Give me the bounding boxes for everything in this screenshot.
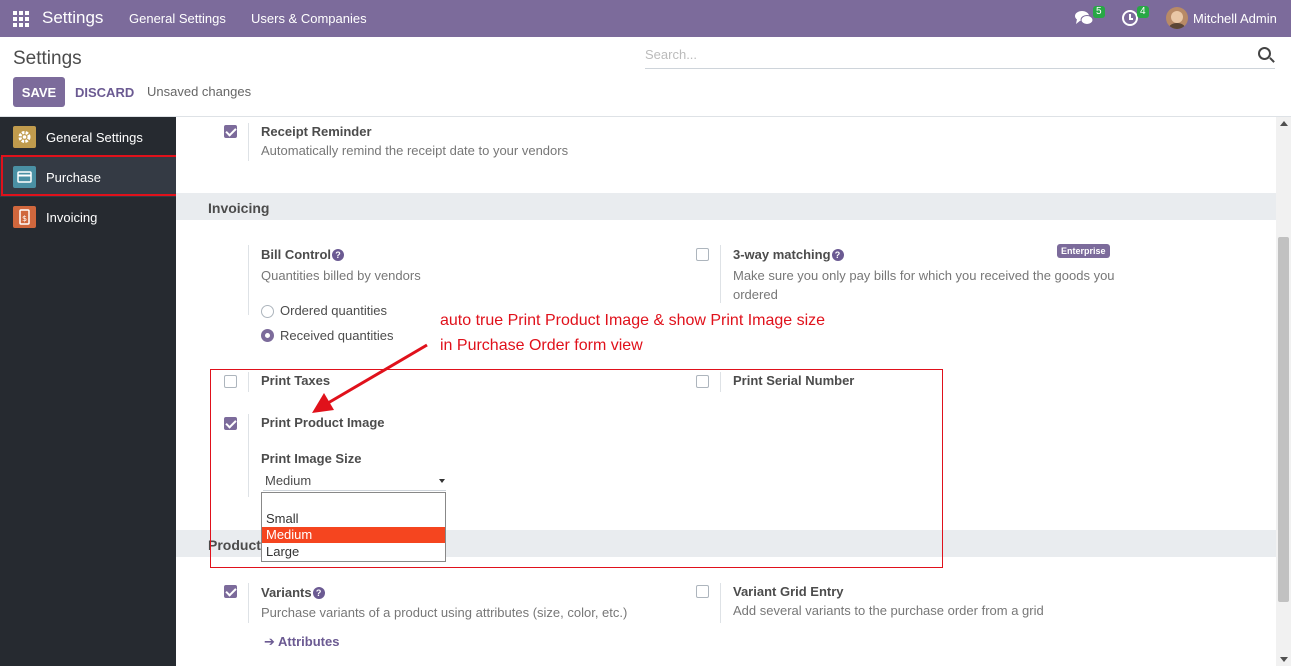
bill-control-desc: Quantities billed by vendors [261,268,421,283]
radio-received-quantities[interactable] [261,329,274,342]
enterprise-badge: Enterprise [1057,244,1110,258]
search-icon[interactable] [1258,47,1271,60]
sidebar-item-general-settings[interactable]: General Settings [0,117,176,157]
sidebar-item-label: General Settings [46,130,143,145]
radio-label-ordered[interactable]: Ordered quantities [280,303,387,318]
invoice-icon: $ [13,206,36,228]
gear-icon [13,126,36,148]
control-panel: Settings SAVE DISCARD Unsaved changes [0,37,1291,117]
unsaved-status: Unsaved changes [147,84,252,99]
menu-general-settings[interactable]: General Settings [129,11,226,26]
divider [720,583,721,623]
receipt-reminder-desc: Automatically remind the receipt date to… [261,143,569,158]
save-button[interactable]: SAVE [13,77,65,107]
user-name[interactable]: Mitchell Admin [1193,11,1277,26]
annotation-text-line2: in Purchase Order form view [440,337,643,354]
divider [248,245,249,315]
bill-control-title: Bill Control? [261,247,345,262]
activity-clock-icon[interactable] [1122,10,1138,26]
three-way-matching-checkbox[interactable] [696,248,709,261]
apps-grid-icon[interactable] [13,11,29,27]
chat-count-badge: 5 [1093,6,1105,18]
invoicing-section-header: Invoicing [176,193,1276,220]
three-way-matching-title: 3-way matching? [733,247,844,262]
app-brand[interactable]: Settings [42,8,103,28]
variant-grid-title: Variant Grid Entry [733,584,844,599]
scroll-up-arrow-icon[interactable] [1280,121,1288,126]
variant-grid-desc: Add several variants to the purchase ord… [733,603,1044,618]
user-avatar[interactable] [1166,7,1188,29]
variants-desc: Purchase variants of a product using att… [261,605,628,620]
search-box [645,44,1275,69]
arrow-right-icon: ➔ [264,634,279,649]
three-way-title-text: 3-way matching [733,247,831,262]
chat-icon[interactable] [1075,10,1093,26]
receipt-reminder-checkbox[interactable] [224,125,237,138]
divider [248,583,249,623]
purchase-highlight-box [1,155,184,196]
activity-count-badge: 4 [1137,6,1149,18]
variants-title-text: Variants [261,585,312,600]
help-icon[interactable]: ? [312,587,325,599]
divider [720,245,721,303]
svg-text:$: $ [22,214,27,223]
sidebar-item-label: Invoicing [46,210,98,225]
attributes-link-label: Attributes [278,634,340,649]
annotation-arrow-icon [312,343,428,413]
attributes-link[interactable]: ➔ Attributes [264,634,339,650]
menu-users-companies[interactable]: Users & Companies [251,11,367,26]
top-navbar: Settings General Settings Users & Compan… [0,0,1291,37]
content-scrollbar[interactable] [1276,117,1291,666]
search-input[interactable] [645,47,1245,62]
annotation-text-line1: auto true Print Product Image & show Pri… [440,312,826,329]
section-title: Invoicing [208,200,270,216]
discard-button[interactable]: DISCARD [75,85,134,100]
settings-sidebar: General Settings Purchase $ Invoicing [0,117,176,666]
three-way-desc-line1: Make sure you only pay bills for which y… [733,268,1115,283]
page-title: Settings [13,48,82,69]
receipt-reminder-title: Receipt Reminder [261,124,372,139]
variant-grid-checkbox[interactable] [696,585,709,598]
sidebar-item-invoicing[interactable]: $ Invoicing [0,197,176,237]
variants-checkbox[interactable] [224,585,237,598]
bill-control-title-text: Bill Control [261,247,332,262]
three-way-desc-line2: ordered [733,287,778,302]
variants-title: Variants? [261,585,325,600]
divider [248,123,249,161]
scroll-down-arrow-icon[interactable] [1280,657,1288,662]
help-icon[interactable]: ? [831,249,844,261]
scroll-thumb[interactable] [1278,237,1289,602]
help-icon[interactable]: ? [332,249,345,261]
radio-ordered-quantities[interactable] [261,305,274,318]
